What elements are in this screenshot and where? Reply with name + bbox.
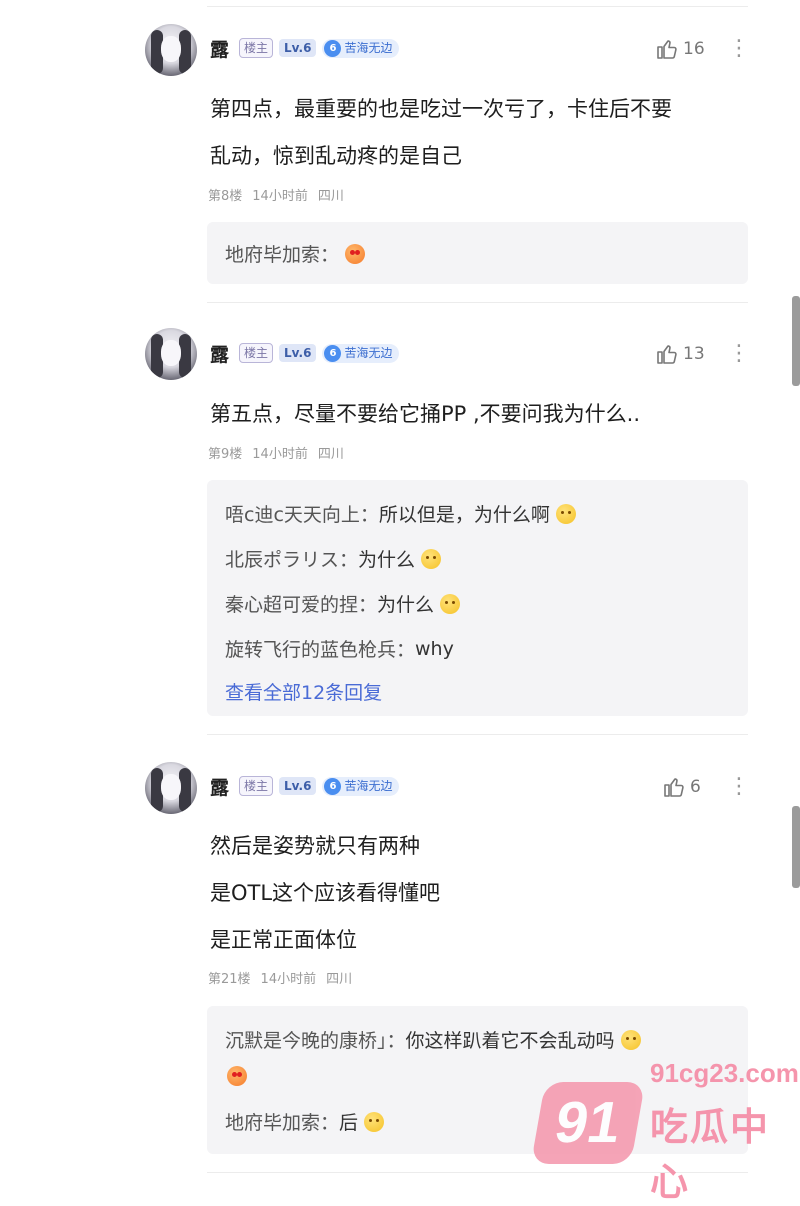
comment-header: 露 楼主 Lv.6 6 苦海无边 bbox=[210, 773, 400, 800]
title-badge-icon: 6 bbox=[324, 777, 342, 795]
emoji-icon bbox=[364, 1111, 385, 1132]
reply-item[interactable]: 北辰ポラリス： 为什么 bbox=[225, 545, 442, 572]
user-avatar[interactable] bbox=[145, 24, 197, 76]
level-badge: Lv.6 bbox=[279, 777, 317, 795]
owner-badge: 楼主 bbox=[239, 38, 274, 58]
like-count: 6 bbox=[690, 777, 701, 797]
reply-author[interactable]: 唔c迪c天天向上： bbox=[225, 500, 379, 527]
like-count: 13 bbox=[683, 344, 705, 364]
level-badge: Lv.6 bbox=[279, 344, 317, 362]
like-count: 16 bbox=[683, 39, 705, 59]
user-avatar[interactable] bbox=[145, 328, 197, 380]
title-badge: 6 苦海无边 bbox=[322, 343, 400, 363]
emoji-icon bbox=[555, 503, 576, 524]
floor-number: 第8楼 bbox=[208, 189, 243, 204]
top-divider bbox=[207, 6, 748, 7]
reply-text: 后 bbox=[339, 1112, 359, 1134]
comment-text: 是正常正面体位 bbox=[210, 928, 357, 952]
reply-item bbox=[225, 1066, 247, 1086]
scrollbar[interactable] bbox=[792, 806, 800, 888]
location: 四川 bbox=[326, 972, 353, 987]
reply-text: 为什么 bbox=[358, 549, 416, 571]
comment-text: 第五点，尽量不要给它捅PP ,不要问我为什么.. bbox=[210, 402, 641, 426]
title-badge-icon: 6 bbox=[324, 39, 342, 57]
username[interactable]: 露 bbox=[210, 35, 229, 62]
watermark-name: 吃瓜中心 bbox=[650, 1105, 771, 1204]
reply-author[interactable]: 秦心超可爱的捏： bbox=[225, 590, 377, 617]
timestamp: 14小时前 bbox=[252, 447, 308, 462]
title-badge: 6 苦海无边 bbox=[322, 38, 400, 58]
comment-text: 乱动，惊到乱动疼的是自己 bbox=[210, 144, 462, 168]
comment-text: 是OTL这个应该看得懂吧 bbox=[210, 881, 441, 905]
reply-item[interactable]: 旋转飞行的蓝色枪兵： why bbox=[225, 635, 454, 662]
more-options-icon[interactable]: ⋮ bbox=[728, 38, 750, 60]
view-all-replies-link[interactable]: 查看全部12条回复 bbox=[225, 678, 382, 705]
timestamp: 14小时前 bbox=[260, 972, 317, 987]
comment-divider bbox=[207, 302, 748, 303]
comment-meta: 第8楼 14小时前 四川 bbox=[208, 185, 344, 204]
owner-badge: 楼主 bbox=[239, 776, 274, 796]
like-button[interactable]: 16 bbox=[655, 37, 705, 61]
location: 四川 bbox=[317, 189, 344, 204]
title-badge-icon: 6 bbox=[324, 344, 342, 362]
emoji-icon bbox=[440, 593, 461, 614]
timestamp: 14小时前 bbox=[252, 189, 308, 204]
reply-text: 所以但是，为什么啊 bbox=[378, 504, 550, 526]
title-badge-label: 苦海无边 bbox=[344, 346, 393, 360]
reply-box[interactable]: 唔c迪c天天向上： 所以但是，为什么啊 北辰ポラリス： 为什么 秦心超可爱的捏：… bbox=[207, 480, 748, 716]
scrollbar[interactable] bbox=[792, 296, 800, 386]
thumbs-up-icon bbox=[664, 778, 684, 797]
reply-item[interactable]: 地府毕加索： 后 bbox=[225, 1108, 385, 1135]
reply-box[interactable]: 地府毕加索： bbox=[207, 222, 748, 284]
user-avatar[interactable] bbox=[145, 762, 197, 814]
reply-item[interactable]: 地府毕加索： bbox=[225, 240, 366, 267]
reply-text: 为什么 bbox=[377, 594, 435, 616]
watermark-logo: 91 bbox=[530, 1082, 646, 1164]
title-badge-label: 苦海无边 bbox=[344, 779, 393, 793]
comment-header: 露 楼主 Lv.6 6 苦海无边 bbox=[210, 35, 400, 62]
like-button[interactable]: 6 bbox=[662, 775, 701, 799]
reply-item[interactable]: 唔c迪c天天向上： 所以但是，为什么啊 bbox=[225, 500, 576, 527]
location: 四川 bbox=[317, 447, 344, 462]
reply-author[interactable]: 沉默是今晚的康桥」： bbox=[225, 1026, 406, 1053]
watermark-url: 91cg23.com bbox=[650, 1058, 799, 1088]
comment-text: 第四点，最重要的也是吃过一次亏了，卡住后不要 bbox=[210, 97, 672, 121]
comment-divider bbox=[207, 734, 748, 735]
reply-author[interactable]: 旋转飞行的蓝色枪兵： bbox=[225, 635, 415, 662]
title-badge-label: 苦海无边 bbox=[344, 41, 393, 55]
reply-text: 你这样趴着它不会乱动吗 bbox=[405, 1030, 615, 1052]
owner-badge: 楼主 bbox=[239, 343, 274, 363]
reply-item[interactable]: 沉默是今晚的康桥」： 你这样趴着它不会乱动吗 bbox=[225, 1026, 641, 1053]
more-options-icon[interactable]: ⋮ bbox=[728, 776, 750, 798]
heart-eyes-emoji-icon bbox=[345, 243, 366, 264]
comment-text: 然后是姿势就只有两种 bbox=[210, 834, 420, 858]
reply-text: why bbox=[415, 637, 454, 660]
reply-author[interactable]: 北辰ポラリス： bbox=[225, 545, 358, 572]
username[interactable]: 露 bbox=[210, 773, 229, 800]
comment-meta: 第9楼 14小时前 四川 bbox=[208, 443, 344, 462]
thumbs-up-icon bbox=[657, 345, 677, 364]
emoji-icon bbox=[421, 548, 442, 569]
emoji-icon bbox=[620, 1029, 641, 1050]
level-badge: Lv.6 bbox=[279, 39, 317, 57]
title-badge: 6 苦海无边 bbox=[322, 776, 400, 796]
more-options-icon[interactable]: ⋮ bbox=[728, 343, 750, 365]
like-button[interactable]: 13 bbox=[655, 342, 705, 366]
comment-header: 露 楼主 Lv.6 6 苦海无边 bbox=[210, 340, 400, 367]
reply-item[interactable]: 秦心超可爱的捏： 为什么 bbox=[225, 590, 461, 617]
floor-number: 第21楼 bbox=[208, 972, 251, 987]
reply-author[interactable]: 地府毕加索： bbox=[225, 1108, 339, 1135]
username[interactable]: 露 bbox=[210, 340, 229, 367]
thumbs-up-icon bbox=[657, 40, 677, 59]
comment-meta: 第21楼 14小时前 四川 bbox=[208, 968, 352, 987]
floor-number: 第9楼 bbox=[208, 447, 243, 462]
reply-author[interactable]: 地府毕加索： bbox=[225, 240, 339, 267]
heart-eyes-emoji-icon bbox=[227, 1066, 247, 1086]
